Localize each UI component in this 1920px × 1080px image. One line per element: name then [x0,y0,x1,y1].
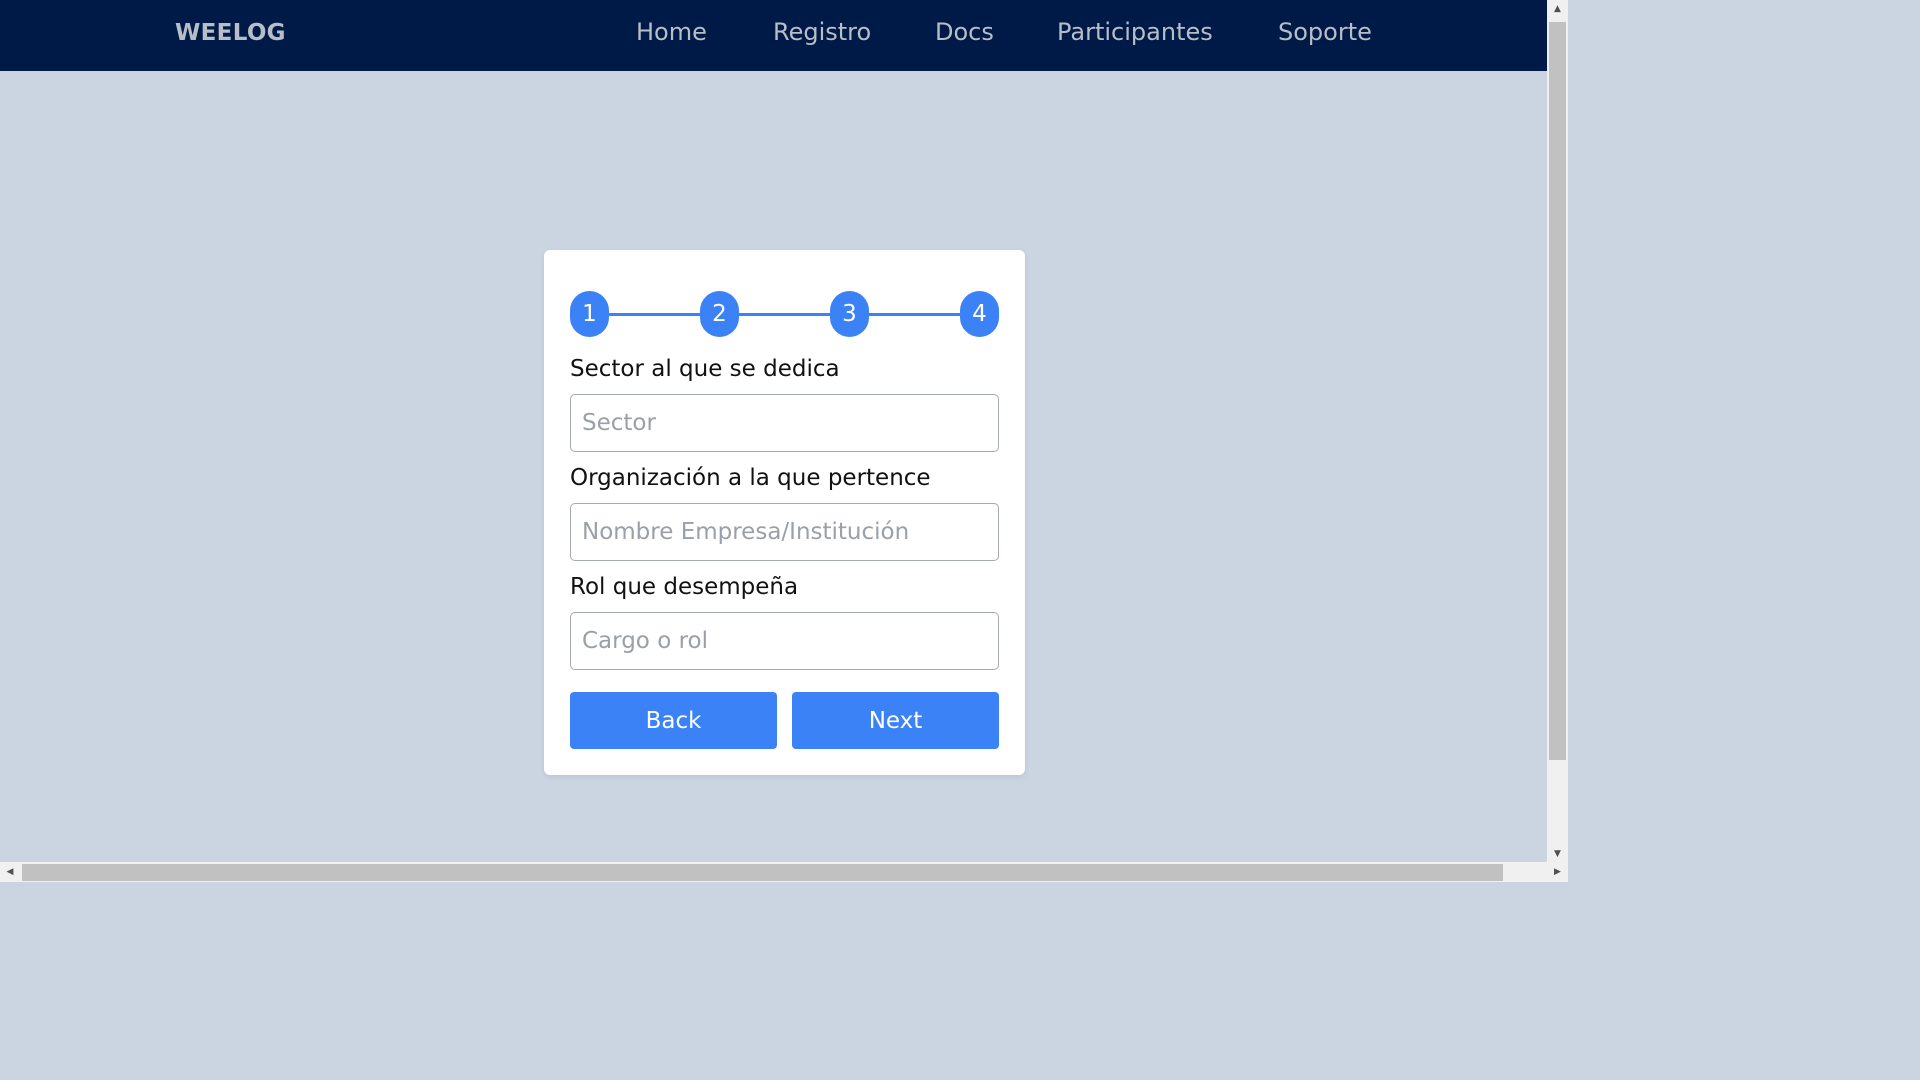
step-1[interactable]: 1 [570,291,609,337]
role-label: Rol que desempeña [570,574,799,600]
nav-link-docs[interactable]: Docs [935,18,994,46]
step-connector-line [589,313,980,316]
role-input[interactable] [570,612,999,670]
brand-logo[interactable]: WEELOG [175,20,286,46]
page-viewport: WEELOG Home Registro Docs Participantes … [0,0,1547,862]
organization-label: Organización a la que pertence [570,465,931,491]
nav-link-registro[interactable]: Registro [773,18,871,46]
step-4[interactable]: 4 [960,291,999,337]
step-3[interactable]: 3 [830,291,869,337]
nav-link-soporte[interactable]: Soporte [1278,18,1372,46]
sector-input[interactable] [570,394,999,452]
horizontal-scrollbar[interactable]: ◀ [0,862,1547,882]
sector-label: Sector al que se dedica [570,356,840,382]
triangle-down-icon[interactable]: ▼ [1547,845,1568,862]
triangle-up-icon[interactable]: ▲ [1547,0,1568,17]
registration-card: 1 2 3 4 Sector al que se dedica Organiza… [544,250,1025,775]
step-2[interactable]: 2 [700,291,739,337]
horizontal-scroll-thumb[interactable] [22,864,1503,881]
vertical-scroll-thumb[interactable] [1549,22,1566,760]
organization-input[interactable] [570,503,999,561]
triangle-left-icon[interactable]: ◀ [0,862,20,882]
nav-link-participantes[interactable]: Participantes [1057,18,1213,46]
triangle-right-icon[interactable]: ▶ [1547,862,1568,882]
step-progress: 1 2 3 4 [570,291,999,337]
nav-link-home[interactable]: Home [636,18,707,46]
scrollbar-corner: ▶ [1547,862,1568,882]
next-button[interactable]: Next [792,692,999,749]
vertical-scrollbar[interactable]: ▲ ▼ [1547,0,1568,862]
back-button[interactable]: Back [570,692,777,749]
top-navbar: WEELOG Home Registro Docs Participantes … [0,0,1547,71]
